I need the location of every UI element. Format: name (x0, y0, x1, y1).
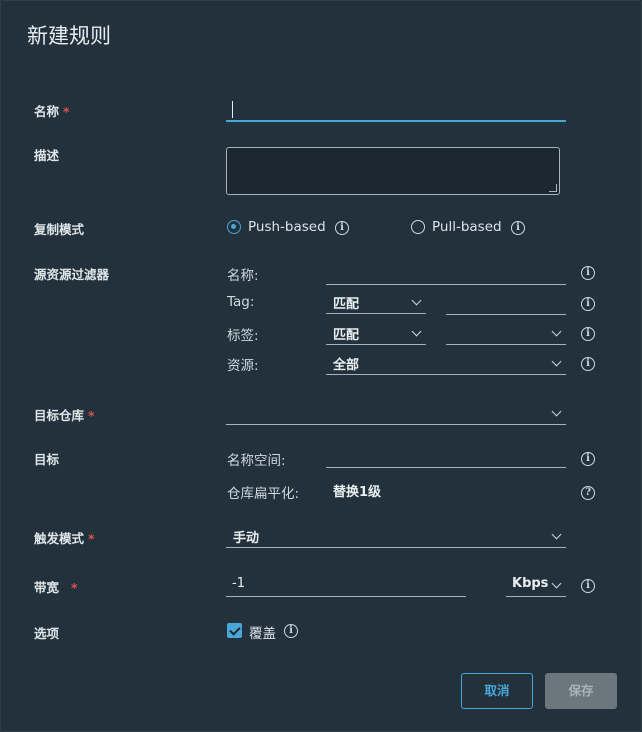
chevron-down-icon (551, 529, 562, 540)
chevron-down-icon (551, 356, 562, 367)
bandwidth-label: 带宽 * (34, 577, 78, 596)
description-textarea[interactable] (226, 147, 560, 195)
push-based-radio[interactable] (227, 220, 241, 234)
trigger-mode-label: 触发模式 * (34, 528, 95, 547)
label-match-select[interactable]: 匹配 (326, 323, 426, 345)
filter-name-input[interactable] (326, 263, 566, 285)
info-icon[interactable]: i (511, 221, 525, 235)
bandwidth-input[interactable]: -1 (226, 575, 466, 597)
override-checkbox[interactable] (227, 623, 242, 638)
label-match-value: 匹配 (333, 328, 360, 343)
chevron-down-icon (551, 406, 562, 417)
filter-tag-label: Tag: (227, 294, 255, 310)
chevron-down-icon (411, 326, 422, 337)
resize-handle-icon[interactable] (549, 184, 557, 192)
options-label: 选项 (34, 626, 60, 641)
dest-namespace-label: 名称空间: (227, 453, 286, 469)
cancel-button[interactable]: 取消 (461, 673, 533, 709)
chevron-down-icon (411, 295, 422, 306)
info-icon[interactable]: i (284, 624, 298, 638)
required-mark: * (88, 531, 95, 546)
name-label-text: 名称 (34, 104, 60, 119)
bandwidth-value: -1 (232, 576, 245, 591)
info-icon[interactable]: i (581, 266, 595, 280)
help-icon[interactable]: ? (581, 486, 595, 500)
info-icon[interactable]: i (581, 327, 595, 341)
description-label: 描述 (34, 148, 60, 163)
dest-namespace-input[interactable] (326, 446, 566, 468)
flatten-value: 替换1级 (333, 485, 382, 500)
filter-resource-label: 资源: (227, 358, 259, 374)
bandwidth-label-text: 带宽 (34, 580, 60, 595)
name-label: 名称 * (34, 101, 70, 120)
info-icon[interactable]: i (581, 297, 595, 311)
tag-match-value: 匹配 (333, 297, 360, 312)
text-caret (232, 101, 233, 118)
dest-registry-label: 目标仓库 * (34, 405, 95, 424)
filter-label-label: 标签: (227, 328, 259, 344)
chevron-down-icon (551, 578, 562, 589)
destination-label: 目标 (34, 452, 60, 467)
chevron-down-icon (551, 326, 562, 337)
dialog-title: 新建规则 (27, 24, 111, 48)
required-mark: * (88, 408, 95, 423)
replication-mode-label: 复制模式 (34, 222, 85, 237)
info-icon[interactable]: i (581, 357, 595, 371)
dest-registry-select[interactable] (226, 403, 566, 425)
flatten-select[interactable]: 替换1级 (326, 480, 566, 502)
dest-registry-label-text: 目标仓库 (34, 408, 85, 423)
bandwidth-unit-select[interactable]: Kbps (506, 575, 566, 597)
required-mark: * (63, 104, 70, 119)
tag-match-select[interactable]: 匹配 (326, 292, 426, 314)
info-icon[interactable]: i (335, 221, 349, 235)
tag-pattern-input[interactable] (446, 293, 566, 315)
label-value-select[interactable] (446, 323, 566, 345)
name-input[interactable] (226, 100, 566, 122)
resource-value: 全部 (333, 358, 360, 373)
push-based-label[interactable]: Push-based (248, 219, 326, 235)
required-mark: * (71, 580, 78, 595)
info-icon[interactable]: i (581, 452, 595, 466)
resource-select[interactable]: 全部 (326, 353, 566, 375)
trigger-mode-label-text: 触发模式 (34, 531, 85, 546)
trigger-mode-value: 手动 (233, 531, 260, 546)
bandwidth-unit-value: Kbps (512, 576, 549, 591)
flatten-label: 仓库扁平化: (227, 486, 300, 502)
filter-name-label: 名称: (227, 268, 259, 284)
info-icon[interactable]: i (581, 579, 595, 593)
pull-based-label[interactable]: Pull-based (432, 219, 502, 235)
trigger-mode-select[interactable]: 手动 (226, 526, 566, 548)
save-button[interactable]: 保存 (545, 673, 617, 709)
source-filter-label: 源资源过滤器 (34, 267, 110, 282)
override-label[interactable]: 覆盖 (249, 622, 276, 642)
pull-based-radio[interactable] (411, 220, 425, 234)
